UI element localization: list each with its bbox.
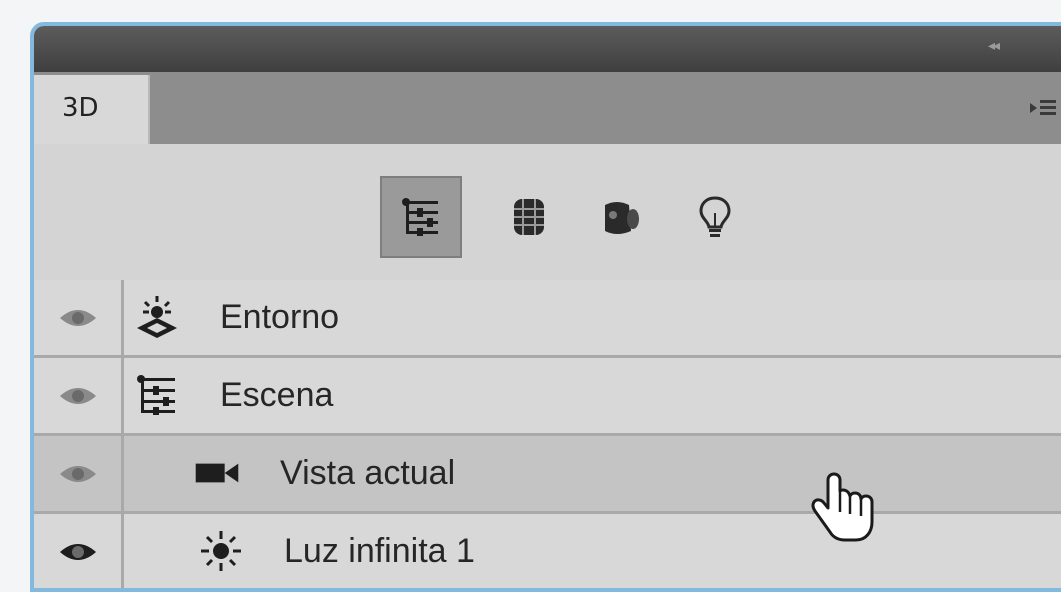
eye-icon: [59, 465, 96, 482]
layer-label: Vista actual: [280, 454, 456, 492]
eye-icon: [59, 543, 96, 560]
filter-toolbar: [34, 144, 1061, 283]
filter-lights-button[interactable]: [674, 176, 756, 258]
tab-3d-label: 3D: [62, 93, 99, 123]
layer-row-vista-actual[interactable]: Vista actual: [34, 436, 1061, 514]
layer-row-luz-infinita-1[interactable]: Luz infinita 1: [34, 514, 1061, 588]
collapse-icon[interactable]: ◂◂: [988, 36, 1014, 54]
eye-icon: [59, 309, 96, 326]
materials-icon: [605, 202, 639, 234]
eye-icon: [59, 387, 96, 404]
visibility-toggle[interactable]: [34, 280, 124, 355]
layer-list: Entorno Escena Vista actual Luz infinita…: [34, 280, 1061, 588]
panel-menu-icon[interactable]: [1028, 94, 1058, 122]
scene-hierarchy-icon: [402, 198, 438, 236]
filter-meshes-button[interactable]: [488, 176, 570, 258]
layer-row-entorno[interactable]: Entorno: [34, 280, 1061, 358]
camera-icon: [194, 450, 240, 496]
filter-scene-button[interactable]: [380, 176, 462, 258]
tab-bar: 3D: [34, 72, 1061, 144]
layer-label: Escena: [220, 376, 334, 414]
3d-panel: ◂◂ 3D Entorno Escena Vista actual Luz in…: [30, 22, 1061, 592]
visibility-toggle[interactable]: [34, 358, 124, 433]
environment-icon: [134, 294, 180, 340]
infinite-light-icon: [198, 528, 244, 574]
lights-icon: [699, 196, 731, 237]
visibility-toggle[interactable]: [34, 514, 124, 588]
layer-row-escena[interactable]: Escena: [34, 358, 1061, 436]
mesh-icon: [514, 199, 544, 235]
layer-label: Luz infinita 1: [284, 532, 475, 570]
panel-titlebar[interactable]: ◂◂: [34, 26, 1061, 72]
visibility-toggle[interactable]: [34, 436, 124, 511]
scene-icon: [134, 372, 180, 418]
layer-label: Entorno: [220, 298, 340, 336]
filter-materials-button[interactable]: [580, 176, 662, 258]
tab-3d[interactable]: 3D: [34, 75, 150, 144]
